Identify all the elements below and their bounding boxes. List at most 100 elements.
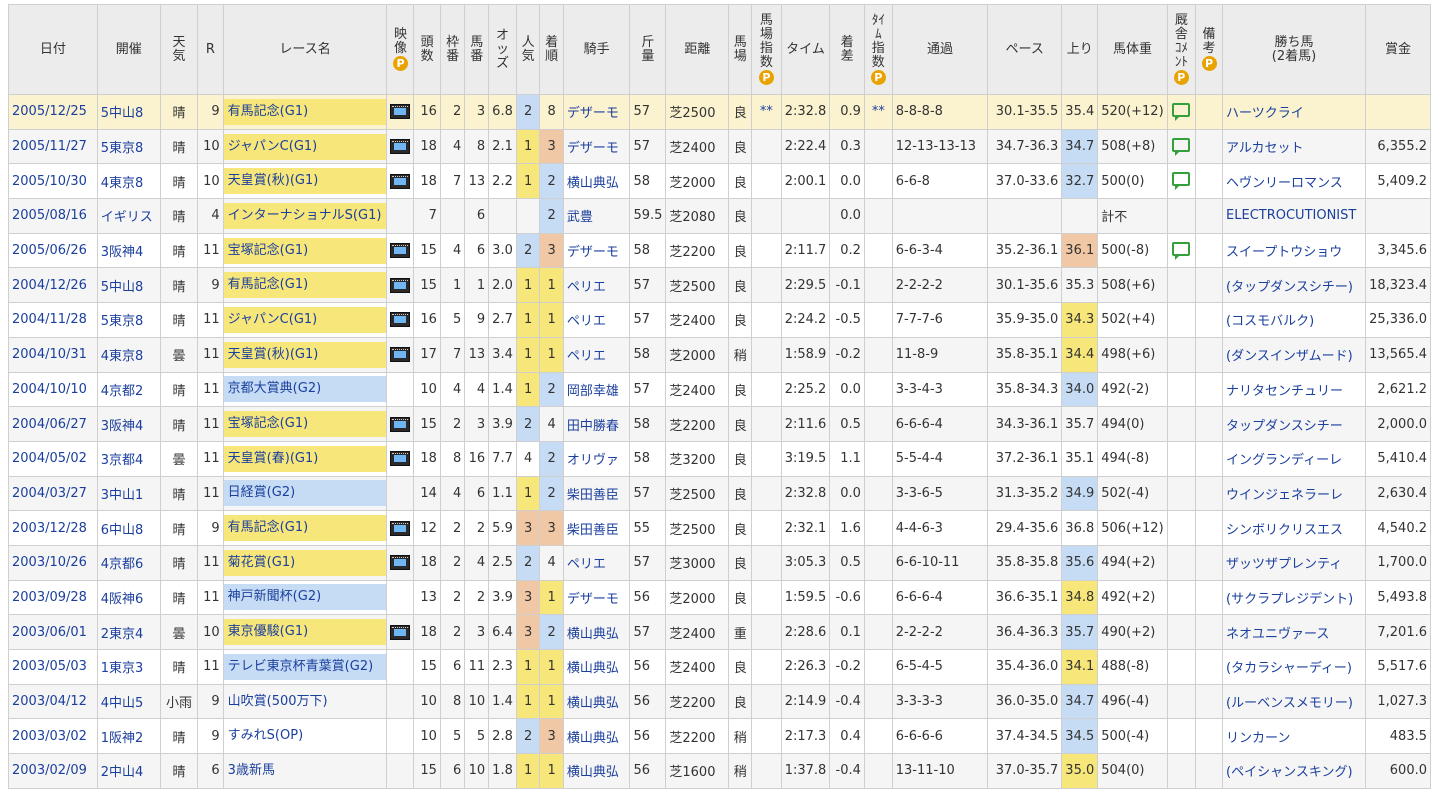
- winner-horse-link[interactable]: ハーツクライ: [1226, 106, 1304, 121]
- comment-icon[interactable]: [1172, 241, 1191, 260]
- race-name-link[interactable]: 有馬記念(G1): [224, 98, 386, 125]
- video-icon[interactable]: [390, 520, 411, 536]
- jockey[interactable]: ペリエ: [562, 544, 631, 581]
- jockey-link[interactable]: オリヴァ: [567, 453, 619, 468]
- jockey[interactable]: 岡部幸雄: [562, 371, 631, 408]
- race-date-link[interactable]: 2004/06/27: [12, 417, 87, 432]
- race-venue-link[interactable]: 4京都2: [101, 384, 144, 399]
- race-date-link[interactable]: 2003/10/26: [12, 555, 87, 570]
- jockey-link[interactable]: 横山典弘: [567, 176, 619, 191]
- jockey-link[interactable]: ペリエ: [567, 557, 606, 572]
- race-venue-link[interactable]: 5中山8: [101, 280, 144, 295]
- race-date-link[interactable]: 2004/05/02: [12, 451, 87, 466]
- race-venue-link[interactable]: 3阪神4: [101, 419, 144, 434]
- premium-badge-icon[interactable]: P: [392, 56, 408, 71]
- race-name-link[interactable]: 宝塚記念(G1): [224, 237, 386, 264]
- race-venue[interactable]: 4京都6: [96, 544, 161, 581]
- winner-horse-link[interactable]: タップダンスシチー: [1226, 419, 1343, 434]
- race-date-link[interactable]: 2005/12/25: [12, 104, 87, 119]
- winner-horse[interactable]: (サクラプレジデント): [1222, 579, 1366, 616]
- winner-horse-link[interactable]: (タップダンスシチー): [1226, 280, 1353, 295]
- race-date[interactable]: 2003/12/28: [8, 510, 98, 546]
- race-name-link[interactable]: テレビ東京杯青葉賞(G2): [224, 653, 386, 680]
- race-date[interactable]: 2004/05/02: [8, 440, 98, 477]
- race-date-link[interactable]: 2003/05/03: [12, 659, 87, 674]
- race-venue-link[interactable]: 4阪神6: [101, 592, 144, 607]
- winner-horse[interactable]: (ルーベンスメモリー): [1222, 683, 1366, 720]
- race-venue-link[interactable]: 4中山5: [101, 696, 144, 711]
- winner-horse[interactable]: (コスモバルク): [1222, 302, 1366, 338]
- race-name-link[interactable]: 東京優駿(G1): [224, 619, 386, 646]
- jockey-link[interactable]: ペリエ: [567, 314, 606, 329]
- jockey-link[interactable]: 横山典弘: [567, 696, 619, 711]
- race-date[interactable]: 2003/04/12: [8, 683, 98, 720]
- video-icon[interactable]: [390, 277, 411, 293]
- jockey-link[interactable]: ペリエ: [567, 280, 606, 295]
- race-date-link[interactable]: 2005/06/26: [12, 243, 87, 258]
- race-venue-link[interactable]: イギリス: [101, 210, 153, 225]
- race-date-link[interactable]: 2003/09/28: [12, 590, 87, 605]
- race-date-link[interactable]: 2003/03/02: [12, 729, 87, 744]
- winner-horse-link[interactable]: シンボリクリスエス: [1226, 523, 1343, 538]
- race-name-link[interactable]: 天皇賞(春)(G1): [224, 445, 386, 472]
- jockey[interactable]: 横山典弘: [562, 614, 631, 650]
- video-icon[interactable]: [390, 243, 411, 259]
- video-icon[interactable]: [390, 624, 411, 640]
- jockey[interactable]: 田中勝春: [562, 406, 631, 442]
- race-date[interactable]: 2005/11/27: [8, 128, 98, 165]
- video-icon[interactable]: [390, 347, 411, 363]
- winner-horse-link[interactable]: アルカセット: [1226, 141, 1303, 156]
- winner-horse[interactable]: ナリタセンチュリー: [1222, 371, 1366, 408]
- video-icon[interactable]: [390, 555, 411, 571]
- race-venue-link[interactable]: 5東京8: [101, 141, 144, 156]
- race-venue-link[interactable]: 1東京3: [101, 661, 144, 676]
- winner-horse-link[interactable]: (タカラシャーディー): [1226, 661, 1352, 676]
- jockey[interactable]: デザーモ: [562, 232, 631, 269]
- jockey-link[interactable]: デザーモ: [567, 592, 619, 607]
- race-venue-link[interactable]: 4京都6: [101, 557, 144, 572]
- race-venue-link[interactable]: 6中山8: [101, 523, 144, 538]
- jockey[interactable]: ペリエ: [562, 267, 631, 304]
- race-venue[interactable]: 5東京8: [96, 128, 161, 165]
- race-date[interactable]: 2003/09/28: [8, 579, 98, 616]
- jockey[interactable]: 横山典弘: [562, 163, 631, 200]
- jockey-link[interactable]: 横山典弘: [567, 731, 619, 746]
- jockey[interactable]: 武豊: [562, 198, 631, 234]
- race-date-link[interactable]: 2005/08/16: [12, 208, 87, 223]
- premium-badge-icon[interactable]: P: [870, 70, 886, 85]
- winner-horse[interactable]: ウインジェネラーレ: [1222, 475, 1366, 512]
- winner-horse-link[interactable]: ELECTROCUTIONIST: [1226, 208, 1356, 223]
- race-venue-link[interactable]: 5東京8: [101, 314, 144, 329]
- race-date[interactable]: 2003/06/01: [8, 614, 98, 650]
- race-date[interactable]: 2003/10/26: [8, 544, 98, 581]
- race-date-link[interactable]: 2003/02/09: [12, 763, 87, 778]
- winner-horse-link[interactable]: ヘヴンリーロマンス: [1226, 176, 1343, 191]
- premium-badge-icon[interactable]: P: [1201, 56, 1217, 71]
- race-date-link[interactable]: 2003/06/01: [12, 625, 87, 640]
- winner-horse[interactable]: (タップダンスシチー): [1222, 267, 1366, 304]
- jockey[interactable]: ペリエ: [562, 302, 631, 338]
- race-venue[interactable]: 4東京8: [96, 163, 161, 200]
- winner-horse[interactable]: (ダンスインザムード): [1222, 336, 1366, 373]
- race-name-link[interactable]: 神戸新聞杯(G2): [224, 584, 386, 611]
- jockey[interactable]: 横山典弘: [562, 718, 631, 755]
- jockey-link[interactable]: デザーモ: [567, 141, 619, 156]
- race-date[interactable]: 2004/11/28: [8, 302, 98, 338]
- winner-horse-link[interactable]: スイープトウショウ: [1226, 245, 1342, 260]
- jockey[interactable]: デザーモ: [562, 128, 631, 165]
- race-venue[interactable]: 4東京8: [96, 336, 161, 373]
- winner-horse[interactable]: ネオユニヴァース: [1222, 614, 1366, 650]
- race-venue[interactable]: 5中山8: [96, 94, 161, 130]
- video-icon[interactable]: [390, 104, 411, 120]
- winner-horse[interactable]: リンカーン: [1222, 718, 1366, 755]
- jockey-link[interactable]: 柴田善臣: [567, 488, 619, 503]
- winner-horse-link[interactable]: (ペイシャンスキング): [1226, 765, 1353, 780]
- race-date[interactable]: 2003/03/02: [8, 718, 98, 755]
- winner-horse[interactable]: ELECTROCUTIONIST: [1222, 198, 1366, 234]
- race-date-link[interactable]: 2004/12/26: [12, 278, 87, 293]
- winner-horse-link[interactable]: イングランディーレ: [1226, 453, 1342, 468]
- winner-horse-link[interactable]: ナリタセンチュリー: [1226, 384, 1343, 399]
- race-venue[interactable]: 4中山5: [96, 683, 161, 720]
- race-name-link[interactable]: 菊花賞(G1): [224, 549, 386, 576]
- video-icon[interactable]: [390, 312, 411, 328]
